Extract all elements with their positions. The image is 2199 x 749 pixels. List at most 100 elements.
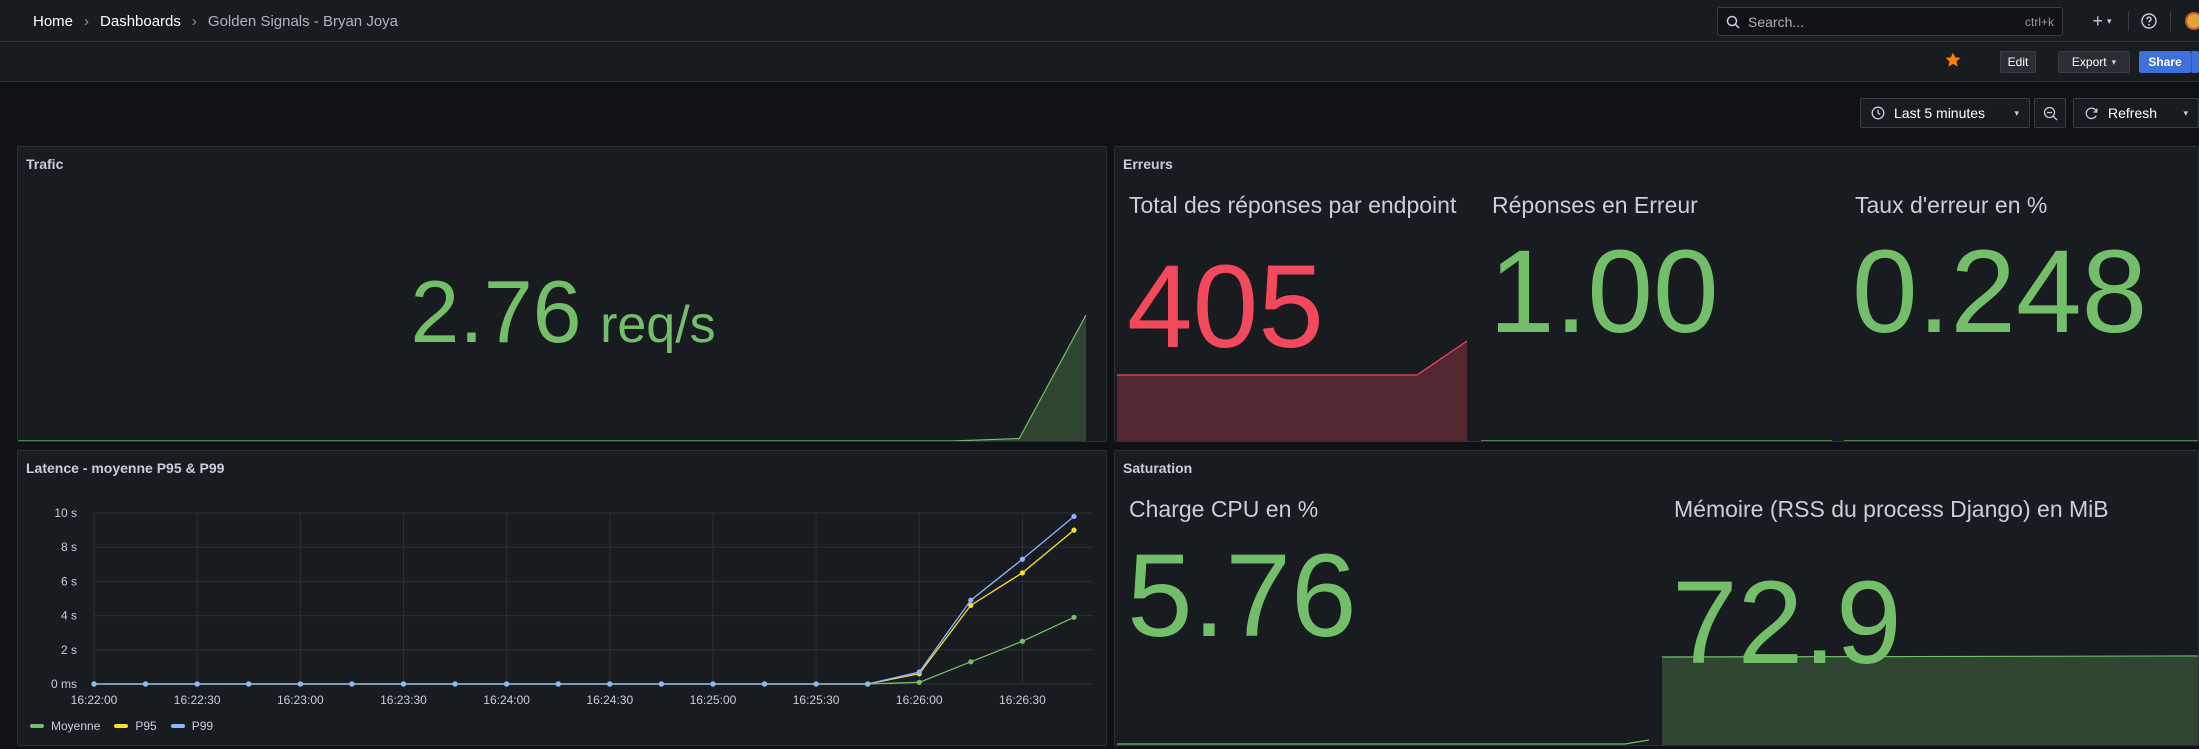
series-line-moyenne — [94, 616, 1075, 685]
plus-icon: + — [2092, 10, 2103, 31]
data-point-p99 — [142, 681, 149, 687]
legend-swatch — [30, 724, 44, 728]
stat-value: 5.76 — [1127, 530, 1357, 662]
edit-button-label: Edit — [2007, 55, 2029, 69]
data-point-p99 — [607, 681, 613, 687]
legend-label: P99 — [191, 719, 214, 733]
data-point-p99 — [916, 669, 922, 675]
chart-series — [91, 513, 1077, 687]
export-button[interactable]: Export ▾ — [2058, 51, 2130, 73]
legend-item-p95[interactable]: P95 — [114, 719, 157, 733]
data-point-p99 — [400, 681, 407, 687]
add-button[interactable]: + ▾ — [2082, 10, 2122, 32]
breadcrumb-separator: › — [191, 12, 197, 30]
chevron-down-icon: ▾ — [2106, 15, 2112, 26]
star-icon[interactable] — [1944, 51, 1962, 69]
data-point-p99 — [865, 681, 871, 687]
data-point-moyenne — [1019, 638, 1026, 644]
clock-icon — [1871, 106, 1885, 120]
export-button-label: Export — [2071, 55, 2107, 69]
x-axis-ticks: 16:22:00 16:22:30 16:23:00 16:23:30 16:24:00… — [71, 693, 1046, 707]
stat-value: 0.248 — [1852, 226, 2148, 358]
data-point-p99 — [349, 681, 355, 687]
panel-saturation: Saturation Charge CPU en % 5.76 Mémoire … — [1114, 450, 2199, 746]
avatar[interactable] — [2185, 12, 2199, 30]
panel-erreurs: Erreurs Total des réponses par endpoint … — [1114, 146, 2199, 442]
data-point-p99 — [91, 681, 97, 687]
y-tick-label: 6 s — [61, 574, 77, 588]
y-tick-label: 10 s — [54, 506, 77, 520]
zoom-out-button[interactable] — [2034, 98, 2066, 128]
data-point-p99 — [968, 597, 974, 603]
stat-value: 72.9 — [1672, 557, 1902, 689]
chart-legend: Moyenne P95 P99 — [30, 719, 227, 733]
legend-label: P95 — [135, 719, 157, 733]
refresh-icon — [2085, 107, 2098, 119]
legend-item-p99[interactable]: P99 — [170, 719, 214, 733]
refresh-label: Refresh — [2108, 105, 2158, 121]
legend-swatch — [170, 724, 185, 728]
x-tick-label: 16:25:30 — [793, 693, 840, 707]
panel-latence: Latence - moyenne P95 & P99 0 ms 2 s4 s6 … — [17, 450, 1107, 746]
breadcrumb: Home › Dashboards › Golden Signals - Bry… — [33, 0, 398, 42]
data-point-p99 — [813, 681, 819, 687]
chevron-down-icon: ▾ — [2183, 107, 2188, 118]
help-icon[interactable] — [2140, 12, 2158, 30]
stat-title: Mémoire (RSS du process Django) en MiB — [1674, 496, 2109, 522]
divider — [2170, 11, 2171, 31]
legend-item-moyenne[interactable]: Moyenne — [30, 719, 100, 733]
y-tick-label: 2 s — [61, 643, 77, 657]
x-tick-label: 16:22:30 — [174, 693, 221, 707]
data-point-p99 — [297, 681, 303, 687]
trafic-stat: 2.76 req/s — [18, 261, 1106, 363]
legend-swatch — [114, 724, 129, 728]
refresh-button[interactable]: Refresh ▾ — [2073, 98, 2199, 128]
search-icon — [1726, 15, 1740, 29]
stat-value: 405 — [1127, 241, 1324, 373]
top-bar: Home › Dashboards › Golden Signals - Bry… — [0, 0, 2199, 42]
y-tick-label: 8 s — [61, 540, 77, 554]
share-button[interactable]: Share — [2139, 51, 2191, 73]
series-line-p99 — [94, 515, 1075, 685]
data-point-p99 — [1019, 556, 1026, 562]
search-input[interactable]: Search... ctrl+k — [1717, 7, 2063, 36]
breadcrumb-current-dashboard: Golden Signals - Bryan Joya — [207, 12, 399, 30]
data-point-p99 — [555, 681, 561, 687]
data-point-p99 — [504, 681, 510, 687]
data-point-p99 — [658, 681, 664, 687]
data-point-p95 — [1019, 570, 1026, 576]
stat-title: Total des réponses par endpoint — [1129, 192, 1457, 218]
x-tick-label: 16:23:30 — [380, 693, 427, 707]
breadcrumb-separator: › — [84, 12, 90, 30]
search-shortcut: ctrl+k — [2024, 14, 2054, 29]
dashboard-toolbar: Edit Export ▾ Share — [0, 42, 2199, 82]
latency-chart[interactable]: 0 ms2 s4 s6 s8 s10 s 16:22:00 16:22:30 16:… — [18, 451, 1107, 711]
x-tick-label: 16:24:00 — [483, 693, 530, 707]
edit-button[interactable]: Edit — [2000, 51, 2036, 73]
x-tick-label: 16:26:00 — [896, 693, 943, 707]
chevron-down-icon: ▾ — [2014, 107, 2019, 118]
y-tick-label: 0 ms — [51, 677, 77, 691]
x-tick-label: 16:24:30 — [586, 693, 633, 707]
breadcrumb-dashboards[interactable]: Dashboards — [100, 13, 181, 30]
x-tick-label: 16:25:00 — [690, 693, 737, 707]
panel-trafic: Trafic 2.76 req/s — [17, 146, 1107, 442]
share-options-button[interactable] — [2191, 51, 2199, 73]
chevron-down-icon: ▾ — [2111, 56, 2117, 67]
time-range-label: Last 5 minutes — [1894, 105, 1986, 121]
share-button-label: Share — [2148, 55, 2182, 69]
breadcrumb-home[interactable]: Home — [33, 13, 73, 30]
data-point-moyenne — [968, 659, 974, 665]
zoom-out-icon — [2043, 106, 2057, 120]
stat-title: Réponses en Erreur — [1492, 192, 1698, 218]
data-point-moyenne — [916, 679, 922, 685]
x-tick-label: 16:26:30 — [999, 693, 1046, 707]
time-range-picker[interactable]: Last 5 minutes ▾ — [1860, 98, 2030, 128]
x-tick-label: 16:23:00 — [277, 693, 324, 707]
stat-value: 2.76 — [410, 262, 582, 361]
stat-title: Charge CPU en % — [1129, 496, 1319, 522]
data-point-p99 — [452, 681, 458, 687]
stat-unit: req/s — [600, 296, 716, 354]
data-point-p95 — [1071, 527, 1077, 533]
chart-grid — [93, 512, 1093, 685]
